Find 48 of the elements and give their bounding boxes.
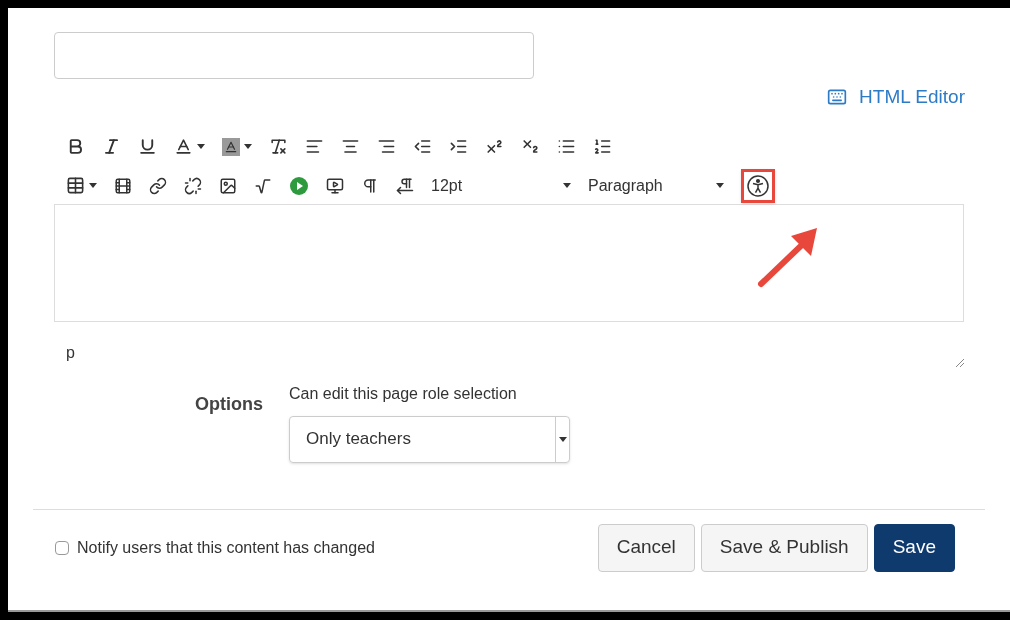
caret-icon: [558, 436, 567, 442]
table-button[interactable]: [66, 176, 97, 195]
align-right-button[interactable]: [377, 137, 396, 156]
caret-icon: [89, 183, 97, 188]
font-size-select[interactable]: 12pt: [431, 173, 571, 198]
indent-button[interactable]: [449, 137, 468, 156]
caret-icon: [716, 183, 724, 188]
role-selection-label: Can edit this page role selection: [289, 383, 518, 404]
bullet-list-button[interactable]: [557, 137, 576, 156]
role-select[interactable]: Only teachers: [289, 415, 570, 463]
underline-icon-button[interactable]: [138, 137, 157, 156]
caret-icon: [563, 183, 571, 188]
image-button[interactable]: [219, 176, 237, 195]
text-color-button[interactable]: [174, 137, 205, 156]
media-play-button[interactable]: [289, 175, 309, 196]
caret-icon: [197, 144, 205, 149]
keyboard-icon: [827, 87, 848, 108]
notify-label: Notify users that this content has changed: [77, 537, 375, 558]
resize-handle-icon: [955, 357, 965, 368]
align-left-button[interactable]: [305, 137, 324, 156]
equation-button[interactable]: [254, 176, 272, 195]
element-path: p: [66, 342, 75, 363]
caret-icon: [244, 144, 252, 149]
letter-a-icon: [224, 139, 238, 154]
clear-format-button[interactable]: [269, 137, 288, 156]
outdent-button[interactable]: [413, 137, 432, 156]
secondary-button[interactable]: Cancel: [597, 523, 695, 572]
primary-button[interactable]: Save: [873, 523, 955, 572]
superscript-button[interactable]: [485, 137, 504, 156]
media-button[interactable]: [114, 176, 132, 195]
title-field[interactable]: [54, 32, 534, 79]
options-label: Options: [195, 392, 263, 416]
accessibility-button[interactable]: [741, 168, 775, 203]
ltr-button[interactable]: [361, 176, 379, 195]
numbered-list-button[interactable]: [593, 137, 612, 156]
highlight-button[interactable]: [222, 137, 252, 156]
secondary-button[interactable]: Save & Publish: [700, 523, 868, 572]
link-button[interactable]: [149, 176, 167, 195]
block-format-select[interactable]: Paragraph: [588, 173, 724, 198]
unlink-button[interactable]: [184, 176, 202, 195]
notify-checkbox[interactable]: [55, 540, 69, 555]
accessibility-icon: [747, 174, 769, 197]
html-editor-link[interactable]: HTML Editor: [827, 83, 965, 112]
video-button[interactable]: [326, 176, 344, 195]
subscript-button[interactable]: [521, 137, 540, 156]
align-center-button[interactable]: [341, 137, 360, 156]
italic-icon-button[interactable]: [102, 137, 121, 156]
rtl-button[interactable]: [396, 176, 414, 195]
